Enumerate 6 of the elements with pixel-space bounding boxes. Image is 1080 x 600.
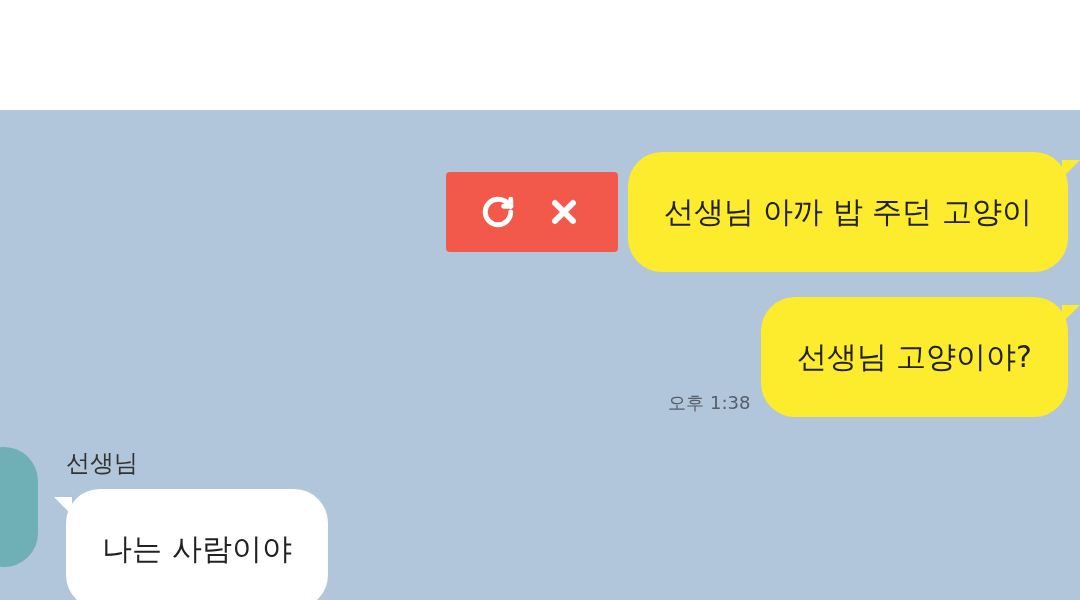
bubble-tail <box>1062 160 1080 178</box>
retry-icon[interactable] <box>481 195 516 229</box>
sender-name: 선생님 <box>66 448 139 479</box>
bubble-tail <box>54 497 72 515</box>
message-time: 오후 1:38 <box>668 391 751 415</box>
bubble-tail <box>1062 305 1080 323</box>
